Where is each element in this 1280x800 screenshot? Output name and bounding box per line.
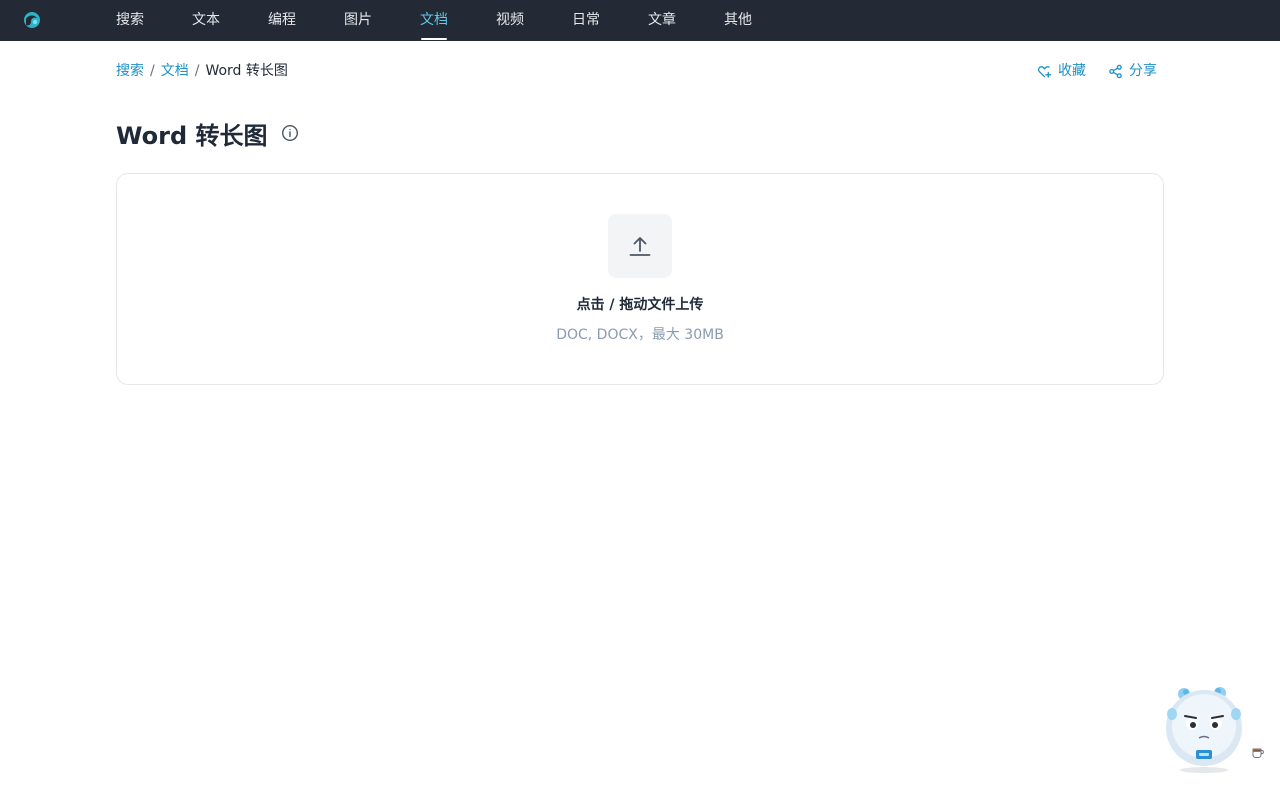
nav-item-other[interactable]: 其他: [724, 0, 752, 41]
breadcrumb-item-current: Word 转长图: [205, 63, 288, 79]
info-icon[interactable]: [281, 124, 299, 142]
nav-item-coding[interactable]: 编程: [268, 0, 296, 41]
upload-hint: DOC, DOCX，最大 30MB: [556, 327, 724, 343]
nav-item-article[interactable]: 文章: [648, 0, 676, 41]
page-title: Word 转长图: [116, 121, 268, 150]
page-actions: 收藏 分享: [1037, 61, 1157, 81]
nav-item-text[interactable]: 文本: [192, 0, 220, 41]
logo-icon[interactable]: [22, 10, 42, 30]
nav-item-daily[interactable]: 日常: [572, 0, 600, 41]
breadcrumb-item-search[interactable]: 搜索: [116, 63, 144, 79]
share-button[interactable]: 分享: [1108, 61, 1157, 81]
nav-item-document[interactable]: 文档: [420, 0, 448, 41]
favorite-button[interactable]: 收藏: [1037, 61, 1086, 81]
heart-plus-icon: [1037, 65, 1052, 78]
breadcrumb-separator: /: [150, 63, 155, 79]
favorite-label: 收藏: [1058, 63, 1086, 79]
share-icon: [1109, 64, 1122, 78]
file-upload-dropzone[interactable]: 点击 / 拖动文件上传 DOC, DOCX，最大 30MB: [116, 173, 1164, 385]
breadcrumb-item-document[interactable]: 文档: [161, 63, 189, 79]
top-navbar: 搜索 文本 编程 图片 文档 视频 日常 文章 其他: [0, 0, 1280, 41]
page-title-row: Word 转长图: [116, 116, 299, 150]
share-label: 分享: [1129, 63, 1157, 79]
breadcrumb: 搜索 / 文档 / Word 转长图: [116, 61, 288, 81]
mascot-assistant[interactable]: [1162, 684, 1244, 776]
upload-arrow-icon: [629, 237, 651, 256]
upload-icon-box: [608, 214, 672, 278]
upload-title: 点击 / 拖动文件上传: [576, 297, 704, 313]
nav-item-image[interactable]: 图片: [344, 0, 372, 41]
coffee-icon[interactable]: [1250, 744, 1266, 760]
breadcrumb-separator: /: [194, 63, 200, 79]
nav-item-video[interactable]: 视频: [496, 0, 524, 41]
nav-item-search[interactable]: 搜索: [116, 0, 144, 41]
